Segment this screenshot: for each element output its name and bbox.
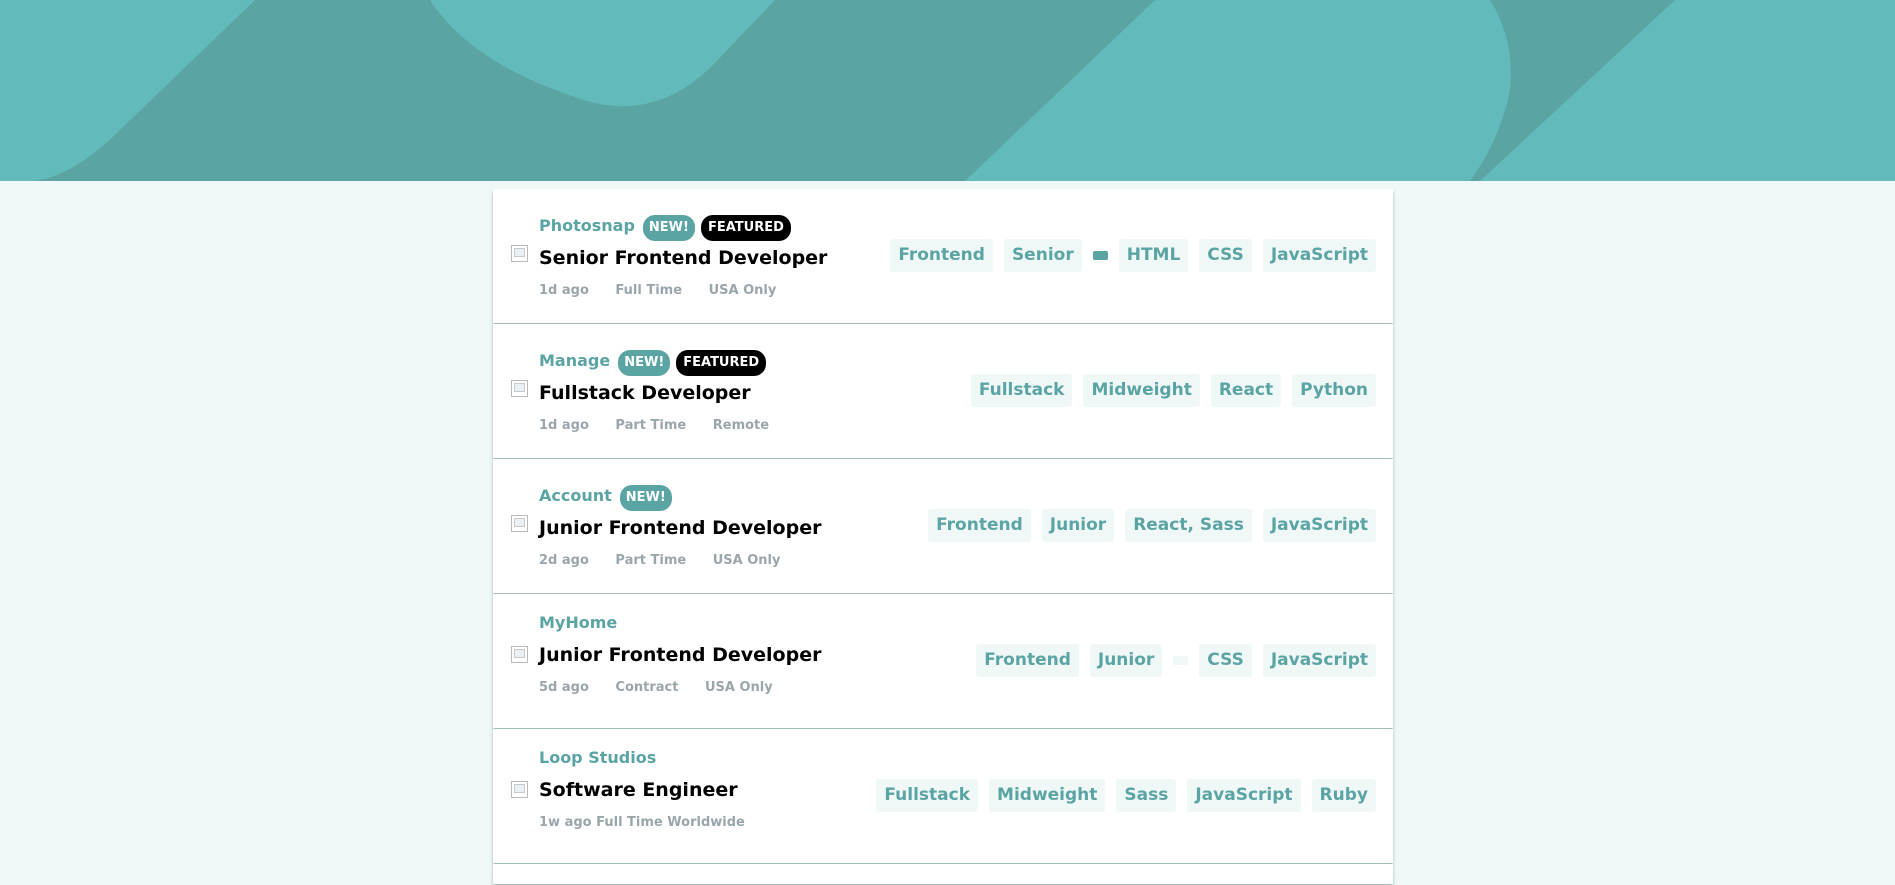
job-card[interactable]: Photosnap NEW! FEATURED Senior Frontend … [493, 189, 1393, 323]
job-title[interactable]: Fullstack Developer [539, 382, 791, 404]
contract-type: Full Time [596, 815, 663, 830]
company-logo-image [511, 515, 528, 532]
company-row: MyHome [539, 610, 821, 640]
tag-tool[interactable]: React, Sass [1125, 509, 1252, 542]
tag-language[interactable]: JavaScript [1262, 239, 1376, 272]
tag-role[interactable]: Frontend [976, 644, 1079, 677]
featured-badge: FEATURED [700, 215, 791, 241]
location: USA Only [705, 680, 773, 695]
job-info: Loop Studios Software Engineer 1w ago Fu… [539, 745, 745, 831]
tag-role[interactable]: Frontend [890, 239, 993, 272]
company-logo-image [511, 380, 528, 397]
job-info: Account NEW! Junior Frontend Developer 2… [539, 483, 821, 568]
posted-at: 1d ago [539, 283, 589, 298]
job-meta: 1w ago Full Time Worldwide [539, 815, 745, 830]
location: Remote [712, 418, 770, 433]
job-title[interactable]: Software Engineer [539, 779, 745, 801]
new-badge: NEW! [618, 350, 671, 376]
tag-language[interactable]: JavaScript [1262, 509, 1376, 542]
tag-empty[interactable] [1092, 251, 1108, 260]
tag-list: Frontend Junior React, Sass JavaScript [917, 509, 1376, 542]
company-row: Manage NEW! FEATURED [539, 348, 791, 378]
tag-role[interactable]: Fullstack [970, 374, 1073, 407]
company-name: MyHome [539, 612, 618, 632]
tag-level[interactable]: Junior [1089, 644, 1163, 677]
job-meta: 1d ago Part Time Remote [539, 418, 791, 433]
company-name: Manage [539, 350, 611, 370]
job-card[interactable]: Loop Studios Software Engineer 1w ago Fu… [493, 729, 1393, 863]
location: USA Only [712, 553, 781, 568]
company-row: Loop Studios [539, 745, 745, 775]
tag-level[interactable]: Midweight [1083, 374, 1200, 407]
job-title[interactable]: Junior Frontend Developer [539, 517, 821, 539]
posted-at: 1d ago [539, 418, 589, 433]
tag-role[interactable]: Fullstack [876, 779, 979, 812]
company-logo-image [511, 781, 528, 798]
tag-language[interactable]: JavaScript [1187, 779, 1301, 812]
tag-list: Frontend Junior CSS JavaScript [965, 644, 1376, 677]
tag-role[interactable]: Frontend [928, 509, 1031, 542]
tag-level[interactable]: Senior [1003, 239, 1082, 272]
contract-type: Part Time [615, 553, 687, 568]
tag-language[interactable]: HTML [1118, 239, 1189, 272]
company-row: Photosnap NEW! FEATURED [539, 213, 827, 243]
tag-language[interactable]: CSS [1199, 644, 1252, 677]
job-meta: 2d ago Part Time USA Only [539, 553, 821, 568]
posted-at: 5d ago [539, 680, 589, 695]
location: USA Only [708, 283, 777, 298]
new-badge: NEW! [619, 485, 672, 511]
job-info: Photosnap NEW! FEATURED Senior Frontend … [539, 213, 827, 298]
tag-list: Frontend Senior HTML CSS JavaScript [879, 239, 1376, 272]
tag-list: Fullstack Midweight React Python [960, 374, 1376, 407]
header-pattern [0, 0, 1895, 181]
tag-list: Fullstack Midweight Sass JavaScript Ruby [865, 779, 1376, 812]
tag-language[interactable]: CSS [1199, 239, 1252, 272]
job-info: Manage NEW! FEATURED Fullstack Developer… [539, 348, 791, 433]
tag-tool[interactable]: Sass [1116, 779, 1177, 812]
location: Worldwide [667, 815, 745, 830]
featured-badge: FEATURED [676, 350, 767, 376]
tag-empty[interactable] [1173, 656, 1189, 665]
contract-type: Full Time [615, 283, 683, 298]
company-name: Account [539, 485, 612, 505]
new-badge: NEW! [642, 215, 695, 241]
job-meta: 1d ago Full Time USA Only [539, 283, 827, 298]
job-card-partial[interactable] [493, 864, 1393, 884]
job-info: MyHome Junior Frontend Developer 5d ago … [539, 610, 821, 696]
tag-language[interactable]: Python [1292, 374, 1376, 407]
job-title[interactable]: Senior Frontend Developer [539, 247, 827, 269]
job-meta: 5d ago Contract USA Only [539, 680, 821, 695]
tag-language[interactable]: Ruby [1311, 779, 1376, 812]
posted-at: 1w ago [539, 815, 592, 830]
tag-level[interactable]: Midweight [989, 779, 1106, 812]
header-banner [0, 0, 1895, 181]
tag-language[interactable]: JavaScript [1262, 644, 1376, 677]
job-card[interactable]: MyHome Junior Frontend Developer 5d ago … [493, 594, 1393, 728]
company-logo-image [511, 245, 528, 262]
job-card[interactable]: Manage NEW! FEATURED Fullstack Developer… [493, 324, 1393, 458]
company-logo-image [511, 646, 528, 663]
job-card[interactable]: Account NEW! Junior Frontend Developer 2… [493, 459, 1393, 593]
job-title[interactable]: Junior Frontend Developer [539, 644, 821, 666]
job-list: Photosnap NEW! FEATURED Senior Frontend … [493, 189, 1393, 885]
tag-level[interactable]: Junior [1041, 509, 1115, 542]
company-row: Account NEW! [539, 483, 821, 513]
contract-type: Part Time [615, 418, 687, 433]
contract-type: Contract [615, 680, 679, 695]
company-name: Loop Studios [539, 747, 657, 767]
company-name: Photosnap [539, 215, 635, 235]
tag-tool[interactable]: React [1210, 374, 1282, 407]
posted-at: 2d ago [539, 553, 589, 568]
